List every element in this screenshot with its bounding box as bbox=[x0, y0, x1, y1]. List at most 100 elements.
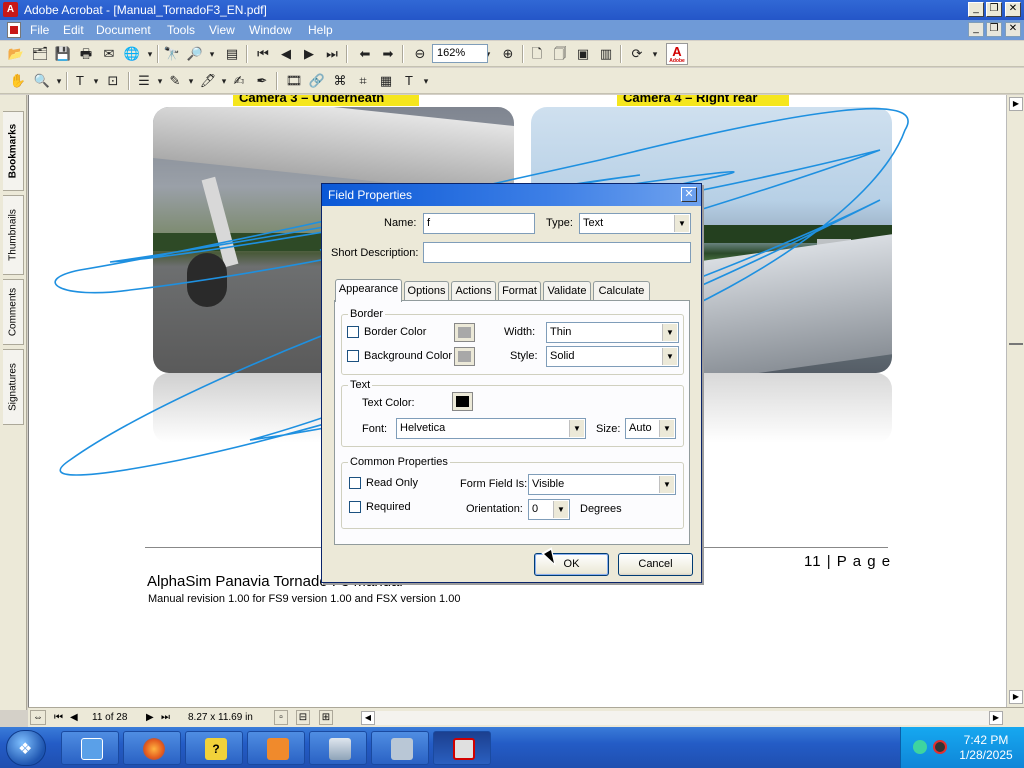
chevron-down-icon[interactable]: ▼ bbox=[553, 501, 568, 518]
network-icon[interactable] bbox=[913, 740, 927, 754]
next-page-icon[interactable]: ▶ bbox=[146, 711, 154, 725]
name-field[interactable]: f bbox=[423, 213, 535, 234]
menu-view[interactable]: View bbox=[206, 22, 238, 38]
previous-page-icon[interactable]: ◀ bbox=[70, 711, 78, 725]
close-button[interactable]: ✕ bbox=[1005, 2, 1021, 17]
tab-bookmarks[interactable]: Bookmarks bbox=[3, 111, 24, 191]
continuous-icon[interactable]: ⊟ bbox=[296, 710, 310, 725]
crop-icon[interactable]: ⌗ bbox=[353, 71, 373, 91]
chevron-down-icon[interactable]: ▼ bbox=[659, 420, 674, 437]
comment-note-icon[interactable]: ☰ bbox=[134, 71, 154, 91]
tab-options[interactable]: Options bbox=[404, 281, 449, 301]
menu-window[interactable]: Window bbox=[246, 22, 295, 38]
text-select-icon[interactable]: T bbox=[70, 71, 90, 91]
tab-appearance[interactable]: Appearance bbox=[335, 279, 402, 302]
sign-icon[interactable]: ✍ bbox=[229, 71, 249, 91]
chevron-down-icon[interactable]: ▼ bbox=[674, 215, 689, 232]
previous-view-icon[interactable]: ⬅ bbox=[355, 44, 375, 64]
read-only-checkbox[interactable] bbox=[349, 477, 361, 489]
scroll-thumb[interactable] bbox=[1009, 343, 1023, 345]
scroll-down-icon[interactable]: ▶ bbox=[1009, 690, 1023, 704]
save-icon[interactable]: 💾 bbox=[53, 44, 73, 64]
style-select[interactable]: Solid ▼ bbox=[546, 346, 679, 367]
background-color-checkbox[interactable] bbox=[347, 350, 359, 362]
text-color-swatch[interactable] bbox=[452, 392, 473, 411]
taskbar-package[interactable] bbox=[247, 731, 305, 765]
clock[interactable]: 7:42 PM 1/28/2025 bbox=[951, 733, 1021, 763]
menu-edit[interactable]: Edit bbox=[60, 22, 87, 38]
chevron-down-icon[interactable]: ▼ bbox=[569, 420, 584, 437]
zoom-input[interactable]: 162% bbox=[432, 44, 488, 63]
article-icon[interactable]: ⌘ bbox=[330, 71, 350, 91]
minimize-button[interactable]: _ bbox=[968, 2, 984, 17]
single-page-icon[interactable]: ▫ bbox=[274, 710, 288, 725]
fit-visible-icon[interactable]: ▥ bbox=[596, 44, 616, 64]
horizontal-scrollbar[interactable]: ◀ ▶ bbox=[361, 711, 1003, 725]
taskbar-firefox[interactable] bbox=[123, 731, 181, 765]
tab-signatures[interactable]: Signatures bbox=[3, 349, 24, 425]
tab-actions[interactable]: Actions bbox=[451, 281, 496, 301]
scroll-left-icon[interactable]: ◀ bbox=[361, 711, 375, 725]
tab-validate[interactable]: Validate bbox=[543, 281, 591, 301]
menu-document[interactable]: Document bbox=[93, 22, 154, 38]
facing-pages-icon[interactable]: ⊞ bbox=[319, 710, 333, 725]
find-icon[interactable]: 🔎 bbox=[185, 44, 205, 64]
read-mode-icon[interactable]: ▤ bbox=[222, 44, 242, 64]
pencil-icon[interactable]: ✎ bbox=[165, 71, 185, 91]
print-icon[interactable]: 🖶 bbox=[76, 44, 96, 64]
next-page-icon[interactable]: ▶ bbox=[299, 44, 319, 64]
fit-width-icon[interactable]: ▣ bbox=[573, 44, 593, 64]
page-indicator[interactable]: 11 of 28 bbox=[92, 711, 127, 725]
doc-close-button[interactable]: ✕ bbox=[1005, 22, 1021, 37]
orientation-select[interactable]: 0 ▼ bbox=[528, 499, 570, 520]
short-description-field[interactable] bbox=[423, 242, 691, 263]
first-page-icon[interactable]: ⏮ bbox=[54, 711, 63, 725]
width-select[interactable]: Thin ▼ bbox=[546, 322, 679, 343]
actual-size-icon[interactable]: 🗋 bbox=[527, 44, 547, 64]
taskbar-help[interactable]: ? bbox=[185, 731, 243, 765]
layout-toggle-icon[interactable]: ⇔ bbox=[30, 710, 46, 725]
previous-page-icon[interactable]: ◀ bbox=[276, 44, 296, 64]
open-icon[interactable]: 📂 bbox=[6, 44, 26, 64]
tab-thumbnails[interactable]: Thumbnails bbox=[3, 195, 24, 275]
highlight-icon[interactable]: 🖊 bbox=[198, 71, 218, 91]
doc-minimize-button[interactable]: _ bbox=[968, 22, 984, 37]
scroll-right-icon[interactable]: ▶ bbox=[989, 711, 1003, 725]
border-color-checkbox[interactable] bbox=[347, 326, 359, 338]
link-icon[interactable]: 🔗 bbox=[307, 71, 327, 91]
cancel-button[interactable]: Cancel bbox=[618, 553, 693, 576]
menu-help[interactable]: Help bbox=[305, 22, 336, 38]
touchup-text-icon[interactable]: T bbox=[399, 71, 419, 91]
border-color-swatch[interactable] bbox=[454, 323, 475, 342]
last-page-icon[interactable]: ⏭ bbox=[161, 711, 170, 725]
adobe-logo-icon[interactable]: A Adobe bbox=[666, 43, 688, 65]
hand-tool-icon[interactable]: ✋ bbox=[8, 71, 28, 91]
review-icon[interactable]: ✒ bbox=[252, 71, 272, 91]
acrobat-app-icon[interactable]: A bbox=[3, 2, 18, 17]
menu-file[interactable]: File bbox=[27, 22, 52, 38]
size-select[interactable]: Auto ▼ bbox=[625, 418, 676, 439]
taskbar-mail[interactable] bbox=[371, 731, 429, 765]
movie-icon[interactable]: 🎞 bbox=[284, 71, 304, 91]
chevron-down-icon[interactable]: ▾ bbox=[184, 71, 198, 91]
type-select[interactable]: Text ▼ bbox=[579, 213, 691, 234]
start-button[interactable]: ❖ bbox=[6, 730, 46, 766]
vertical-scrollbar[interactable]: ▶ ▶ bbox=[1006, 95, 1024, 707]
fit-page-icon[interactable]: 🗍 bbox=[550, 44, 570, 64]
font-select[interactable]: Helvetica ▼ bbox=[396, 418, 586, 439]
last-page-icon[interactable]: ⏭ bbox=[322, 44, 342, 64]
security-icon[interactable] bbox=[933, 740, 947, 754]
chevron-down-icon[interactable]: ▾ bbox=[419, 71, 433, 91]
zoom-tool-icon[interactable]: 🔍 bbox=[32, 71, 52, 91]
first-page-icon[interactable]: ⏮ bbox=[253, 44, 273, 64]
chevron-down-icon[interactable]: ▼ bbox=[662, 324, 677, 341]
web-capture-icon[interactable]: 🌐 bbox=[122, 44, 142, 64]
restore-button[interactable]: ❐ bbox=[986, 2, 1002, 17]
organizer-icon[interactable]: 🗂 bbox=[30, 44, 50, 64]
email-icon[interactable]: ✉ bbox=[99, 44, 119, 64]
tab-calculate[interactable]: Calculate bbox=[593, 281, 650, 301]
zoom-out-icon[interactable]: ⊖ bbox=[410, 44, 430, 64]
tab-format[interactable]: Format bbox=[498, 281, 541, 301]
form-tool-icon[interactable]: ▦ bbox=[376, 71, 396, 91]
required-checkbox[interactable] bbox=[349, 501, 361, 513]
